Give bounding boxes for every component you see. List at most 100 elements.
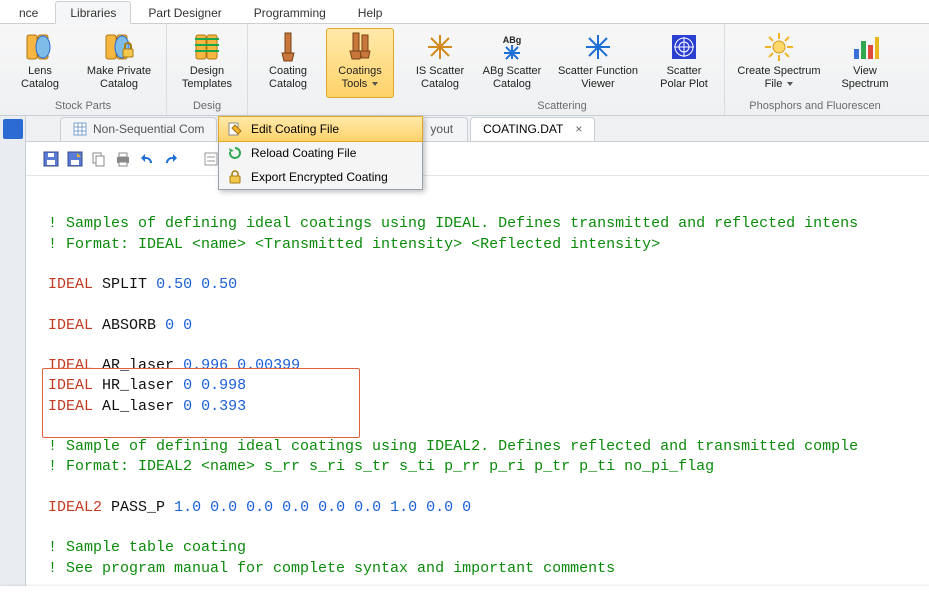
scatter-polar-plot-label: Scatter Polar Plot (653, 65, 715, 90)
design-templates-button[interactable]: Design Templates (173, 28, 241, 98)
code-ident: AR_laser (102, 357, 174, 374)
dropdown-export-encrypted[interactable]: Export Encrypted Coating (219, 165, 422, 189)
code-editor[interactable]: ! Samples of defining ideal coatings usi… (0, 176, 929, 589)
make-private-catalog-icon (103, 31, 135, 63)
spectrum-bars-icon (849, 31, 881, 63)
code-number: 0 0.393 (183, 398, 246, 415)
code-ident: AL_laser (102, 398, 174, 415)
lens-catalog-label: Lens Catalog (9, 65, 71, 90)
code-comment: ! See program manual for complete syntax… (48, 560, 615, 577)
undo-icon[interactable] (138, 150, 156, 168)
coatings-tools-dropdown: Edit Coating File Reload Coating File Ex… (218, 116, 423, 190)
coating-catalog-label: Coating Catalog (257, 65, 319, 90)
edit-file-icon (227, 121, 243, 137)
caret-down-icon (372, 82, 378, 86)
copy-icon[interactable] (90, 150, 108, 168)
ribbon-tab-programming[interactable]: Programming (239, 1, 341, 23)
code-ident: HR_laser (102, 377, 174, 394)
dropdown-export-label: Export Encrypted Coating (251, 170, 388, 184)
code-keyword: IDEAL (48, 377, 93, 394)
group-stock-parts-label: Stock Parts (6, 98, 160, 115)
document-tab-bar: Non-Sequential Com yout COATING.DAT × (0, 116, 929, 142)
group-scattering-label: Scattering (406, 98, 718, 115)
close-tab-icon[interactable]: × (575, 122, 582, 136)
reload-icon (227, 145, 243, 161)
dropdown-edit-label: Edit Coating File (251, 122, 339, 136)
abg-scatter-catalog-button[interactable]: ABg ABg Scatter Catalog (478, 28, 546, 98)
group-stock-parts: Lens Catalog Make Private Catalog Stock … (0, 24, 167, 115)
group-phosphors: Create Spectrum File View Spectrum Phosp… (725, 24, 905, 115)
coatings-tools-label: Coatings Tools (329, 65, 391, 90)
abg-scatter-catalog-label: ABg Scatter Catalog (481, 65, 543, 90)
spectrum-sun-icon (763, 31, 795, 63)
scatter-function-icon (582, 31, 614, 63)
torn-edge (0, 586, 929, 604)
is-scatter-catalog-label: IS Scatter Catalog (409, 65, 471, 90)
view-spectrum-label: View Spectrum (834, 65, 896, 90)
doc-tab-coating[interactable]: COATING.DAT × (470, 117, 595, 141)
group-design: Design Templates Desig (167, 24, 248, 115)
code-comment: ! Samples of defining ideal coatings usi… (48, 215, 858, 232)
scatter-function-viewer-button[interactable]: Scatter Function Viewer (550, 28, 646, 98)
ribbon: Lens Catalog Make Private Catalog Stock … (0, 24, 929, 116)
caret-down-icon (787, 82, 793, 86)
coating-catalog-icon (272, 31, 304, 63)
code-number: 0.996 0.00399 (183, 357, 300, 374)
save-icon[interactable] (42, 150, 60, 168)
is-scatter-catalog-button[interactable]: IS Scatter Catalog (406, 28, 474, 98)
create-spectrum-file-label: Create Spectrum File (734, 65, 824, 90)
group-design-label: Desig (173, 98, 241, 115)
group-coating: Coating Catalog Coatings Tools (248, 24, 400, 115)
code-comment: ! Format: IDEAL <name> <Transmitted inte… (48, 236, 660, 253)
create-spectrum-file-button[interactable]: Create Spectrum File (731, 28, 827, 98)
make-private-catalog-label: Make Private Catalog (81, 65, 157, 90)
make-private-catalog-button[interactable]: Make Private Catalog (78, 28, 160, 98)
ribbon-tab-strip: nce Libraries Part Designer Programming … (0, 0, 929, 24)
code-keyword: IDEAL (48, 357, 93, 374)
left-rail (0, 116, 26, 604)
code-number: 0.50 0.50 (156, 276, 237, 293)
print-icon[interactable] (114, 150, 132, 168)
view-spectrum-button[interactable]: View Spectrum (831, 28, 899, 98)
dropdown-edit-coating[interactable]: Edit Coating File (218, 116, 423, 142)
scatter-polar-plot-button[interactable]: Scatter Polar Plot (650, 28, 718, 98)
code-ident: ABSORB (102, 317, 156, 334)
code-keyword: IDEAL2 (48, 499, 102, 516)
ribbon-tab-libraries[interactable]: Libraries (55, 1, 131, 24)
code-comment: ! Sample of defining ideal coatings usin… (48, 438, 858, 455)
editor-toolbar (0, 142, 929, 176)
coatings-tools-icon (344, 31, 376, 63)
svg-text:ABg: ABg (503, 35, 522, 45)
design-templates-icon (191, 31, 223, 63)
group-phosphors-label: Phosphors and Fluorescen (731, 98, 899, 115)
code-ident: PASS_P (111, 499, 165, 516)
coating-catalog-button[interactable]: Coating Catalog (254, 28, 322, 98)
polar-plot-icon (668, 31, 700, 63)
code-number: 0 0.998 (183, 377, 246, 394)
coatings-tools-button[interactable]: Coatings Tools (326, 28, 394, 98)
save-as-icon[interactable] (66, 150, 84, 168)
ribbon-tab-help[interactable]: Help (343, 1, 398, 23)
rail-button[interactable] (3, 119, 23, 139)
grid-icon (73, 122, 87, 136)
abg-scatter-icon: ABg (496, 31, 528, 63)
export-lock-icon (227, 169, 243, 185)
dropdown-reload-label: Reload Coating File (251, 146, 356, 160)
dropdown-reload-coating[interactable]: Reload Coating File (219, 141, 422, 165)
design-templates-label: Design Templates (176, 65, 238, 90)
code-comment: ! Format: IDEAL2 <name> s_rr s_ri s_tr s… (48, 458, 714, 475)
lens-catalog-button[interactable]: Lens Catalog (6, 28, 74, 98)
doc-tab-nsc-label: Non-Sequential Com (93, 122, 204, 136)
doc-tab-layout-label: yout (430, 122, 453, 136)
code-keyword: IDEAL (48, 317, 93, 334)
doc-tab-layout-partial[interactable]: yout (421, 117, 468, 141)
doc-tab-coating-label: COATING.DAT (483, 122, 563, 136)
redo-icon[interactable] (162, 150, 180, 168)
code-number: 0 0 (165, 317, 192, 334)
code-number: 1.0 0.0 0.0 0.0 0.0 0.0 1.0 0.0 0 (174, 499, 471, 516)
ribbon-tab-part-designer[interactable]: Part Designer (133, 1, 236, 23)
scatter-function-viewer-label: Scatter Function Viewer (553, 65, 643, 90)
ribbon-tab-partial[interactable]: nce (4, 1, 53, 23)
doc-tab-nsc[interactable]: Non-Sequential Com (60, 117, 217, 141)
code-keyword: IDEAL (48, 276, 93, 293)
